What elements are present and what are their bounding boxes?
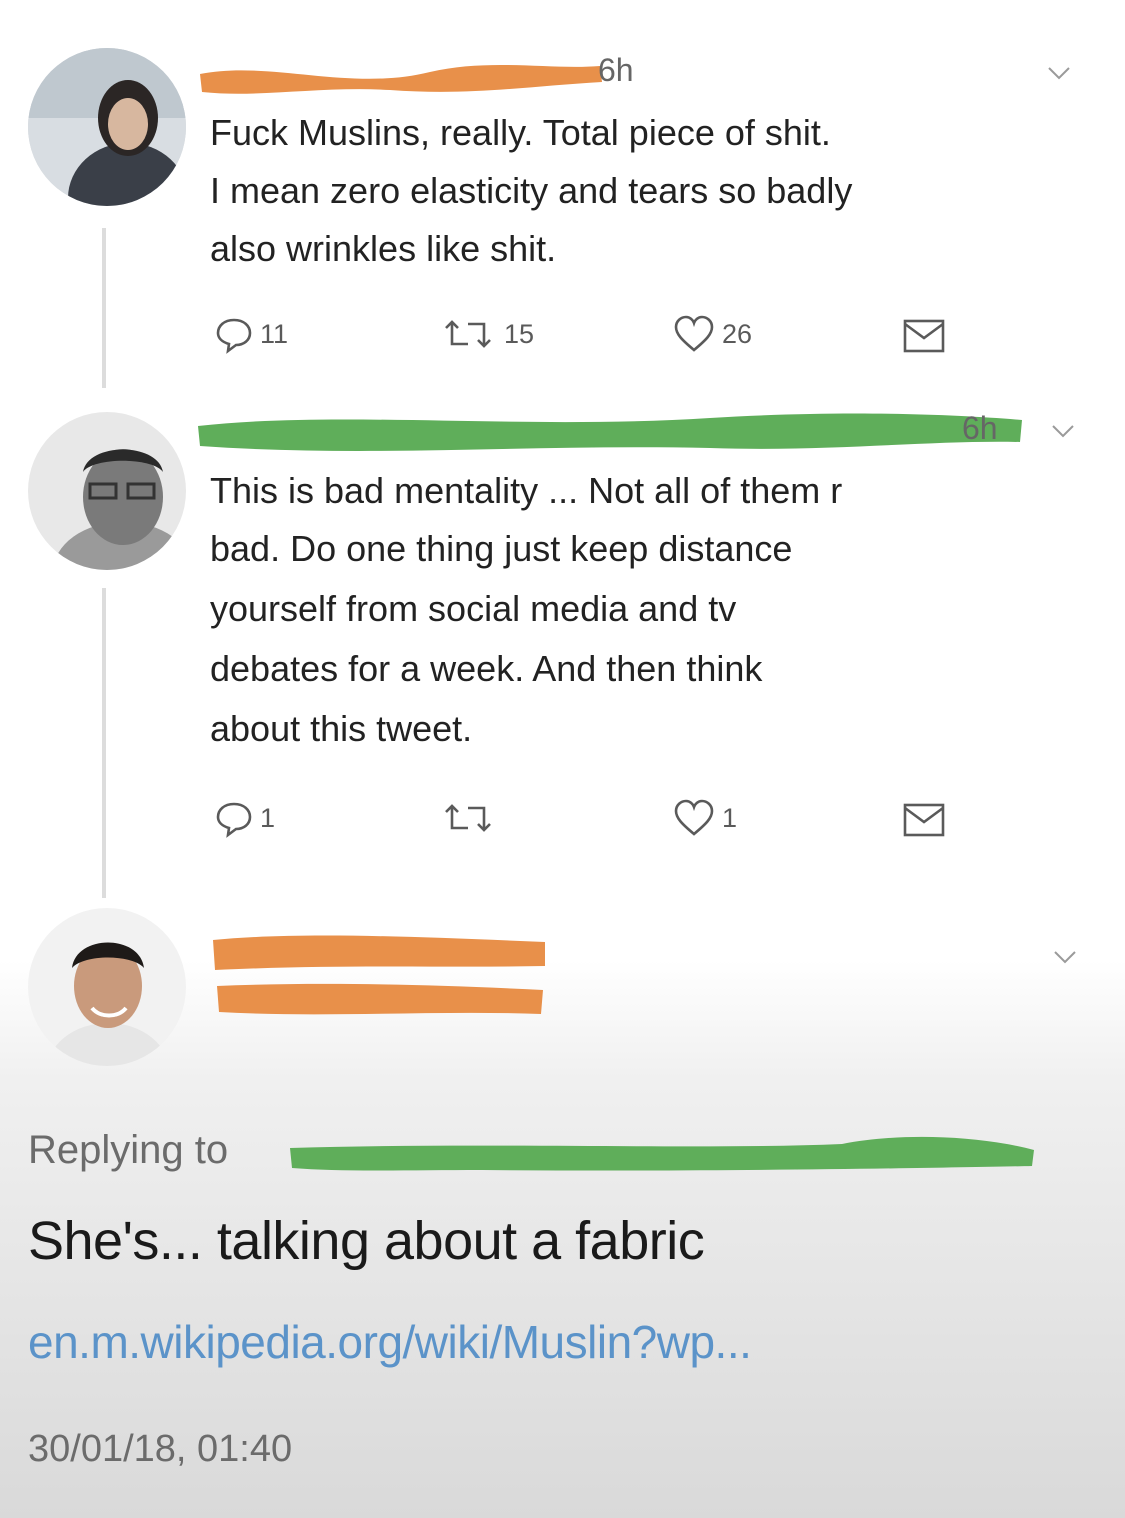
tweet2-line-5: about this tweet. xyxy=(210,708,473,749)
tweet2-reply-button[interactable]: 1 xyxy=(214,798,275,838)
reply-icon xyxy=(216,802,252,838)
tweet2-dm-button[interactable] xyxy=(902,800,952,840)
thread-line-2 xyxy=(102,588,106,898)
redacted-name-3 xyxy=(213,935,545,1015)
tweet1-reply-button[interactable]: 11 xyxy=(214,314,288,354)
reply-text: She's... talking about a fabric xyxy=(28,1211,705,1271)
tweet2-line-4: debates for a week. And then think xyxy=(210,648,763,689)
chevron-down-icon[interactable] xyxy=(1046,60,1072,86)
tweet2-retweet-button[interactable] xyxy=(438,798,504,838)
thread-line-1 xyxy=(102,228,106,388)
tweet1-line-3: also wrinkles like shit. xyxy=(210,228,557,269)
redacted-replying-to-handle xyxy=(290,1136,1034,1171)
chevron-down-icon[interactable] xyxy=(1050,418,1076,444)
redacted-name-1 xyxy=(200,64,602,94)
avatar-user-3[interactable] xyxy=(28,908,186,1066)
tweet2-reply-count: 1 xyxy=(260,802,276,833)
reply-icon xyxy=(216,318,252,354)
tweet2-line-2: bad. Do one thing just keep distance xyxy=(210,528,793,569)
chevron-down-icon[interactable] xyxy=(1052,944,1078,970)
tweet1-like-count: 26 xyxy=(722,318,753,349)
tweet1-time: 6h xyxy=(598,52,634,88)
tweet1-reply-count: 11 xyxy=(260,318,289,349)
retweet-icon xyxy=(445,804,491,832)
tweet2-line-3: yourself from social media and tv xyxy=(210,588,737,629)
tweet2-like-button[interactable]: 1 xyxy=(672,798,737,838)
tweet1-line-2: I mean zero elasticity and tears so badl… xyxy=(210,170,853,211)
redacted-name-2 xyxy=(198,413,1022,451)
reply-datetime: 30/01/18, 01:40 xyxy=(28,1428,293,1470)
like-icon xyxy=(674,799,714,836)
tweet1-retweet-count: 15 xyxy=(504,318,535,349)
tweet2-time: 6h xyxy=(962,410,998,446)
like-icon xyxy=(674,315,714,352)
avatar-user-2[interactable] xyxy=(28,412,186,570)
tweet1-dm-button[interactable] xyxy=(902,316,952,356)
retweet-icon xyxy=(445,320,491,348)
reply-link[interactable]: en.m.wikipedia.org/wiki/Muslin?wp... xyxy=(28,1315,752,1369)
dm-icon xyxy=(903,319,945,353)
dm-icon xyxy=(903,803,945,837)
tweet1-like-button[interactable]: 26 xyxy=(672,314,752,354)
replying-to-label: Replying to xyxy=(28,1128,229,1172)
avatar-user-1[interactable] xyxy=(28,48,186,206)
tweet2-like-count: 1 xyxy=(722,802,738,833)
tweet2-line-1: This is bad mentality ... Not all of the… xyxy=(210,470,843,511)
tweet1-retweet-button[interactable]: 15 xyxy=(438,314,534,354)
tweet1-line-1: Fuck Muslins, really. Total piece of shi… xyxy=(210,112,831,153)
